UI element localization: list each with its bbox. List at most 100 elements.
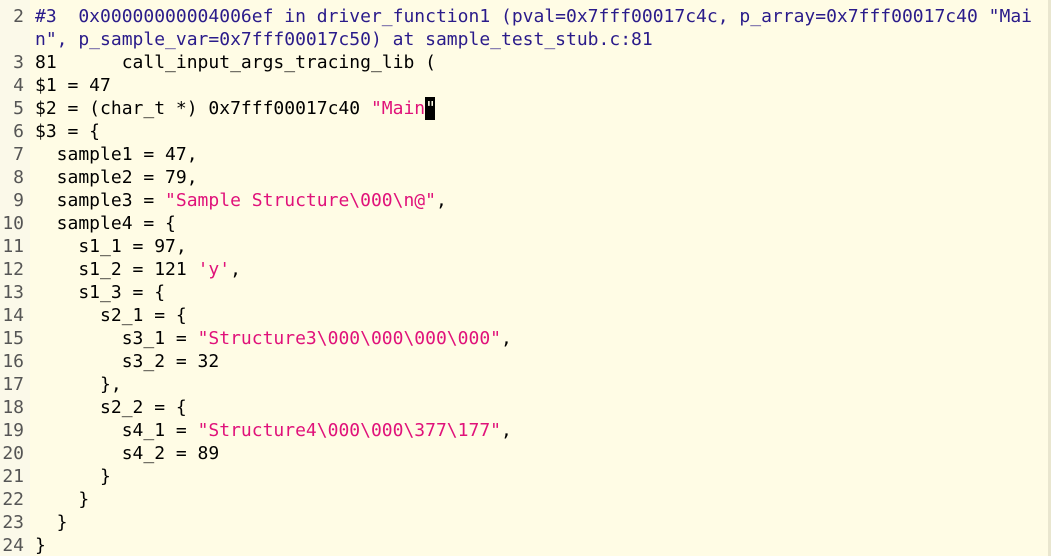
line-number: 14 [2,305,24,326]
code-text: } [35,489,90,510]
line-code: s4_1 = "Structure4\000\000\377\177", [35,419,512,442]
line-number: 5 [13,98,24,119]
line-number: 15 [2,328,24,349]
editor-line[interactable]: 3 81 call_input_args_tracing_lib ( [0,51,1051,74]
editor-line[interactable]: 13 s1_3 = { [0,281,1051,304]
code-text: } [35,535,46,556]
line-number: 19 [2,420,24,441]
editor-line[interactable]: 9 sample3 = "Sample Structure\000\n@", [0,189,1051,212]
line-code: #3 0x00000000004006ef in driver_function… [35,5,1032,28]
string-literal: "Structure3\000\000\000\000" [197,328,501,349]
line-number: 22 [2,489,24,510]
code-text: sample3 = [35,190,166,211]
line-number: 13 [2,282,24,303]
line-number: 12 [2,259,24,280]
code-text: sample2 = 79, [35,167,198,188]
code-text: }, [35,374,122,395]
editor-line[interactable]: 21 } [0,465,1051,488]
text-editor[interactable]: (), , 2 #3 0x00000000004006ef in driver_f… [0,0,1051,556]
editor-line[interactable]: 4 $1 = 47 [0,74,1051,97]
editor-line[interactable]: 2 #3 0x00000000004006ef in driver_functio… [0,5,1051,28]
line-code: s1_1 = 97, [35,235,187,258]
line-code: 81 call_input_args_tracing_lib ( [35,51,436,74]
editor-line[interactable]: 14 s2_1 = { [0,304,1051,327]
editor-line[interactable]: 16 s3_2 = 32 [0,350,1051,373]
code-text: } [35,466,111,487]
editor-line[interactable]: 22 } [0,488,1051,511]
code-text: s4_2 = 89 [35,443,220,464]
line-code: sample2 = 79, [35,166,198,189]
line-code: n", p_sample_var=0x7fff00017c50) at samp… [35,28,653,51]
code-text: $2 = (char_t *) 0x7fff00017c40 [35,98,371,119]
editor-line[interactable]: 18 s2_2 = { [0,396,1051,419]
editor-line[interactable]: 7 sample1 = 47, [0,143,1051,166]
code-text: s3_2 = 32 [35,351,220,372]
debugger-frame-text: #3 0x00000000004006ef in driver_function… [35,6,1032,27]
clipped-top-line: (), , [34,0,414,3]
line-code: }, [35,373,122,396]
code-text: , [435,190,447,211]
line-code: } [35,488,89,511]
code-text: $3 = { [35,121,101,142]
text-cursor: " [425,97,436,120]
line-number: 20 [2,443,24,464]
line-code: s2_2 = { [35,396,187,419]
line-code: s3_2 = 32 [35,350,220,373]
line-number: 10 [2,213,24,234]
code-text: , [501,420,512,441]
code-text: $1 = 47 [35,75,111,96]
line-code: s2_1 = { [35,304,187,327]
line-number: 9 [13,190,24,211]
editor-line[interactable]: n", p_sample_var=0x7fff00017c50) at samp… [0,28,1051,51]
string-literal: 'y' [197,259,231,280]
editor-line[interactable]: 6 $3 = { [0,120,1051,143]
line-code: sample1 = 47, [35,143,198,166]
line-code: s4_2 = 89 [35,442,220,465]
line-number: 11 [2,236,24,257]
code-text: s1_2 = 121 [35,259,198,280]
line-code: sample3 = "Sample Structure\000\n@", [35,189,447,212]
line-number: 6 [13,121,24,142]
line-number: 2 [13,6,24,27]
line-number: 16 [2,351,24,372]
line-code: sample4 = { [35,212,176,235]
line-code: s3_1 = "Structure3\000\000\000\000", [35,327,512,350]
editor-line[interactable]: 24} [0,534,1051,556]
string-literal: "Structure4\000\000\377\177" [197,420,501,441]
code-text: s1_3 = { [35,282,166,303]
editor-line[interactable]: 11 s1_1 = 97, [0,235,1051,258]
code-text: s4_1 = [35,420,198,441]
editor-line[interactable]: 12 s1_2 = 121 'y', [0,258,1051,281]
code-text: s2_2 = { [35,397,187,418]
editor-line[interactable]: 8 sample2 = 79, [0,166,1051,189]
line-code: s1_3 = { [35,281,165,304]
editor-line[interactable]: 10 sample4 = { [0,212,1051,235]
string-literal: "Sample Structure\000\n@" [165,190,436,211]
editor-line[interactable]: 5 $2 = (char_t *) 0x7fff00017c40 "Main" [0,97,1051,120]
code-text: s3_1 = [35,328,198,349]
line-number: 24 [2,535,24,556]
line-code: } [35,534,46,556]
line-number: 3 [13,52,24,73]
line-number: 23 [2,512,24,533]
line-code: $1 = 47 [35,74,111,97]
string-literal: "Main [370,98,426,119]
code-text: } [35,512,68,533]
code-text: sample1 = 47, [35,144,198,165]
line-code: } [35,511,68,534]
editor-line[interactable]: 15 s3_1 = "Structure3\000\000\000\000", [0,327,1051,350]
editor-line[interactable]: 19 s4_1 = "Structure4\000\000\377\177", [0,419,1051,442]
line-code: $3 = { [35,120,100,143]
line-code: } [35,465,111,488]
line-code: $2 = (char_t *) 0x7fff00017c40 "Main" [35,97,436,120]
editor-line[interactable]: 20 s4_2 = 89 [0,442,1051,465]
editor-line[interactable]: 17 }, [0,373,1051,396]
line-number: 21 [2,466,24,487]
code-text: s1_1 = 97, [35,236,187,257]
editor-line[interactable]: 23 } [0,511,1051,534]
code-text: , [501,328,512,349]
line-number: 18 [2,397,24,418]
line-number: 4 [13,75,24,96]
line-number: 7 [13,144,24,165]
code-text: , [230,259,241,280]
